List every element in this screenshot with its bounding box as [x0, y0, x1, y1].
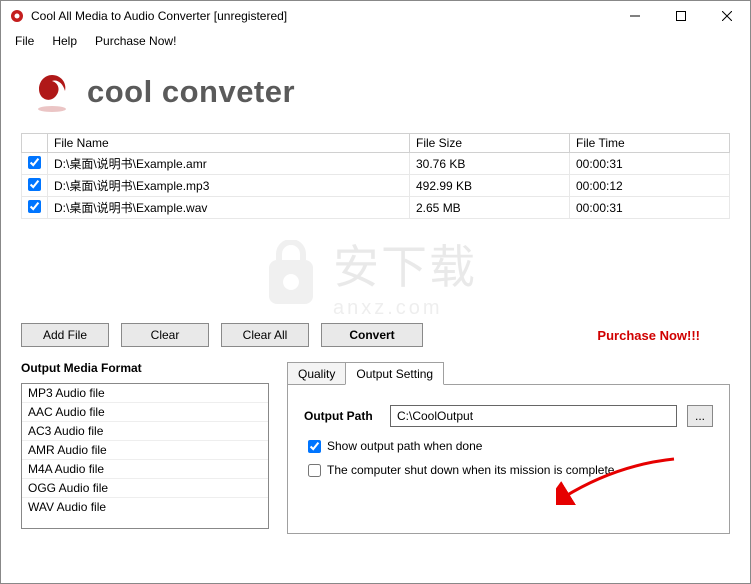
row-checkbox[interactable]	[28, 178, 41, 191]
table-row[interactable]: D:\桌面\说明书\Example.wav2.65 MB00:00:31	[22, 197, 730, 219]
close-button[interactable]	[704, 1, 750, 31]
cell-filetime: 00:00:12	[570, 175, 730, 197]
row-checkbox[interactable]	[28, 200, 41, 213]
col-filesize[interactable]: File Size	[410, 134, 570, 153]
tab-quality[interactable]: Quality	[287, 362, 346, 385]
tabs: Quality Output Setting	[287, 362, 730, 385]
show-output-path-label: Show output path when done	[327, 439, 482, 453]
add-file-button[interactable]: Add File	[21, 323, 109, 347]
cell-filetime: 00:00:31	[570, 153, 730, 175]
settings-panel: Quality Output Setting Output Path ... S…	[287, 361, 730, 534]
output-path-label: Output Path	[304, 409, 380, 423]
tab-output-setting[interactable]: Output Setting	[345, 362, 444, 385]
format-item[interactable]: WAV Audio file	[22, 498, 268, 516]
col-filename[interactable]: File Name	[48, 134, 410, 153]
menu-help[interactable]: Help	[44, 32, 85, 50]
cell-filetime: 00:00:31	[570, 197, 730, 219]
logo-text: cool conveter	[87, 74, 295, 110]
cell-filesize: 30.76 KB	[410, 153, 570, 175]
menu-purchase[interactable]: Purchase Now!	[87, 32, 184, 50]
cell-filename: D:\桌面\说明书\Example.mp3	[48, 175, 410, 197]
cell-filename: D:\桌面\说明书\Example.wav	[48, 197, 410, 219]
format-item[interactable]: AAC Audio file	[22, 403, 268, 422]
cell-filesize: 492.99 KB	[410, 175, 570, 197]
row-checkbox[interactable]	[28, 156, 41, 169]
col-filetime[interactable]: File Time	[570, 134, 730, 153]
file-table: File Name File Size File Time D:\桌面\说明书\…	[21, 133, 730, 219]
format-item[interactable]: AMR Audio file	[22, 441, 268, 460]
output-path-input[interactable]	[390, 405, 677, 427]
shutdown-checkbox[interactable]	[308, 464, 321, 477]
show-output-path-row[interactable]: Show output path when done	[308, 439, 713, 453]
window-title: Cool All Media to Audio Converter [unreg…	[31, 9, 612, 23]
button-row: Add File Clear Clear All Convert Purchas…	[21, 323, 730, 347]
format-title: Output Media Format	[21, 361, 269, 375]
format-item[interactable]: AC3 Audio file	[22, 422, 268, 441]
logo-icon	[27, 67, 77, 117]
shutdown-row[interactable]: The computer shut down when its mission …	[308, 463, 713, 477]
format-item[interactable]: M4A Audio file	[22, 460, 268, 479]
purchase-now-link[interactable]: Purchase Now!!!	[597, 328, 730, 343]
clear-button[interactable]: Clear	[121, 323, 209, 347]
maximize-button[interactable]	[658, 1, 704, 31]
format-box: Output Media Format MP3 Audio fileAAC Au…	[21, 361, 269, 534]
shutdown-label: The computer shut down when its mission …	[327, 463, 614, 477]
cell-filename: D:\桌面\说明书\Example.amr	[48, 153, 410, 175]
col-check	[22, 134, 48, 153]
browse-button[interactable]: ...	[687, 405, 713, 427]
titlebar: Cool All Media to Audio Converter [unreg…	[1, 1, 750, 31]
clear-all-button[interactable]: Clear All	[221, 323, 309, 347]
window-controls	[612, 1, 750, 31]
output-setting-panel: Output Path ... Show output path when do…	[287, 384, 730, 534]
format-item[interactable]: MP3 Audio file	[22, 384, 268, 403]
menubar: File Help Purchase Now!	[1, 31, 750, 51]
format-item[interactable]: OGG Audio file	[22, 479, 268, 498]
table-empty-area	[21, 219, 730, 307]
table-row[interactable]: D:\桌面\说明书\Example.amr30.76 KB00:00:31	[22, 153, 730, 175]
show-output-path-checkbox[interactable]	[308, 440, 321, 453]
format-list[interactable]: MP3 Audio fileAAC Audio fileAC3 Audio fi…	[21, 383, 269, 529]
convert-button[interactable]: Convert	[321, 323, 423, 347]
minimize-button[interactable]	[612, 1, 658, 31]
app-icon	[9, 8, 25, 24]
logo-row: cool conveter	[21, 61, 730, 123]
table-row[interactable]: D:\桌面\说明书\Example.mp3492.99 KB00:00:12	[22, 175, 730, 197]
cell-filesize: 2.65 MB	[410, 197, 570, 219]
menu-file[interactable]: File	[7, 32, 42, 50]
